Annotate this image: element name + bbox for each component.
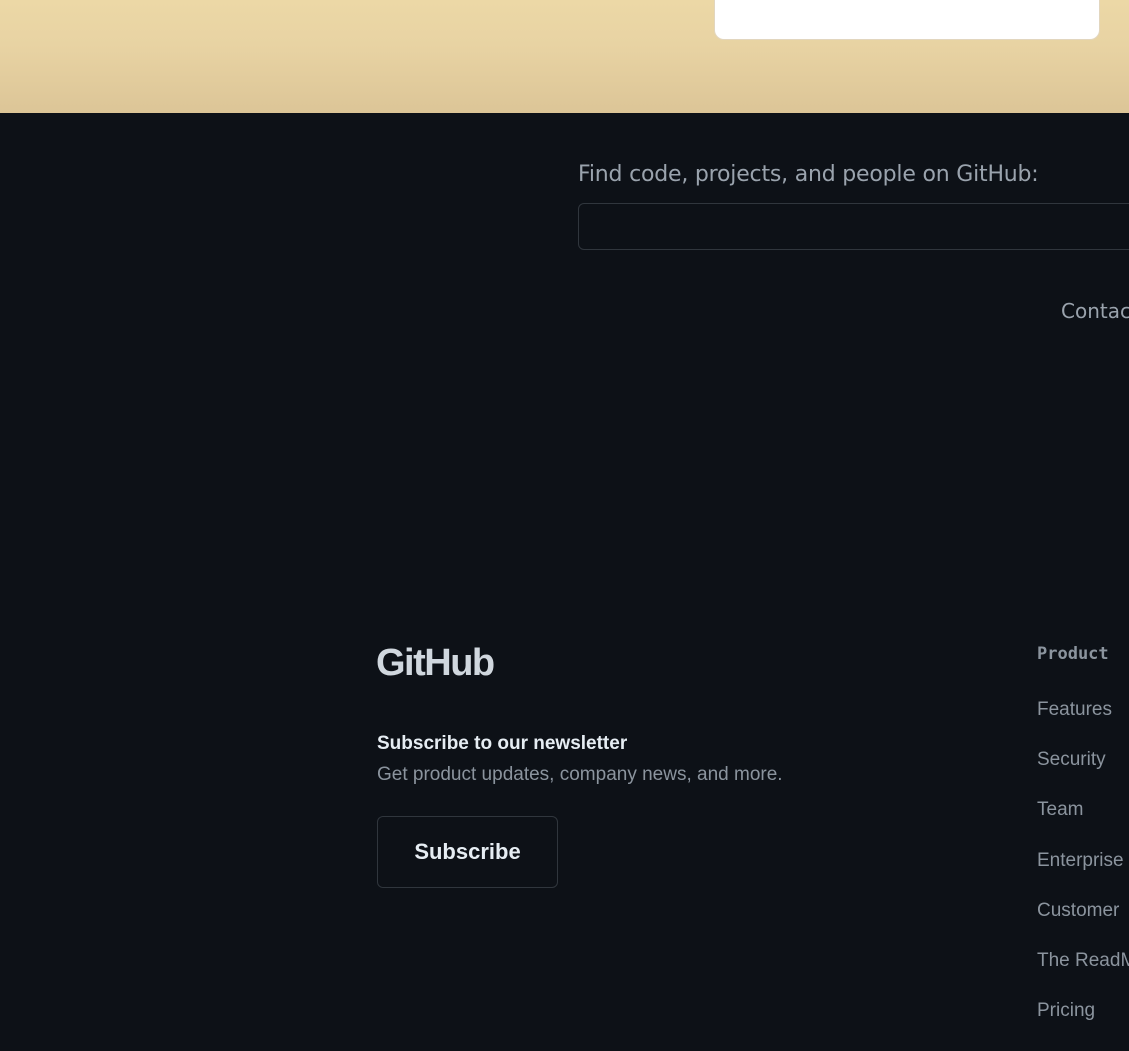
list-item: Pricing: [1037, 998, 1129, 1048]
newsletter-title: Subscribe to our newsletter: [377, 733, 628, 754]
footer-link-customer[interactable]: Customer: [1037, 900, 1119, 921]
hero-card: [714, 0, 1100, 40]
list-item: Customer: [1037, 898, 1129, 948]
search-label: Find code, projects, and people on GitHu…: [578, 162, 1039, 187]
page-footer-area: [0, 113, 1129, 1051]
list-item: Features: [1037, 697, 1129, 747]
footer-link-security[interactable]: Security: [1037, 749, 1106, 770]
product-heading: Product: [1037, 644, 1109, 664]
product-links-list: Features Security Team Enterprise Custom…: [1037, 697, 1129, 1048]
contact-link[interactable]: Contac: [1061, 299, 1129, 323]
search-input[interactable]: [578, 203, 1129, 250]
list-item: Team: [1037, 797, 1129, 847]
footer-link-pricing[interactable]: Pricing: [1037, 1000, 1095, 1021]
github-logo[interactable]: GitHub: [376, 641, 495, 685]
list-item: The ReadM: [1037, 948, 1129, 998]
newsletter-description: Get product updates, company news, and m…: [377, 764, 783, 785]
footer-link-readme[interactable]: The ReadM: [1037, 950, 1129, 971]
hero-banner: [0, 0, 1129, 113]
footer-link-team[interactable]: Team: [1037, 799, 1083, 820]
subscribe-button[interactable]: Subscribe: [377, 816, 558, 888]
footer-link-features[interactable]: Features: [1037, 699, 1112, 720]
footer-link-enterprise[interactable]: Enterprise: [1037, 850, 1124, 871]
list-item: Enterprise: [1037, 848, 1129, 898]
list-item: Security: [1037, 747, 1129, 797]
